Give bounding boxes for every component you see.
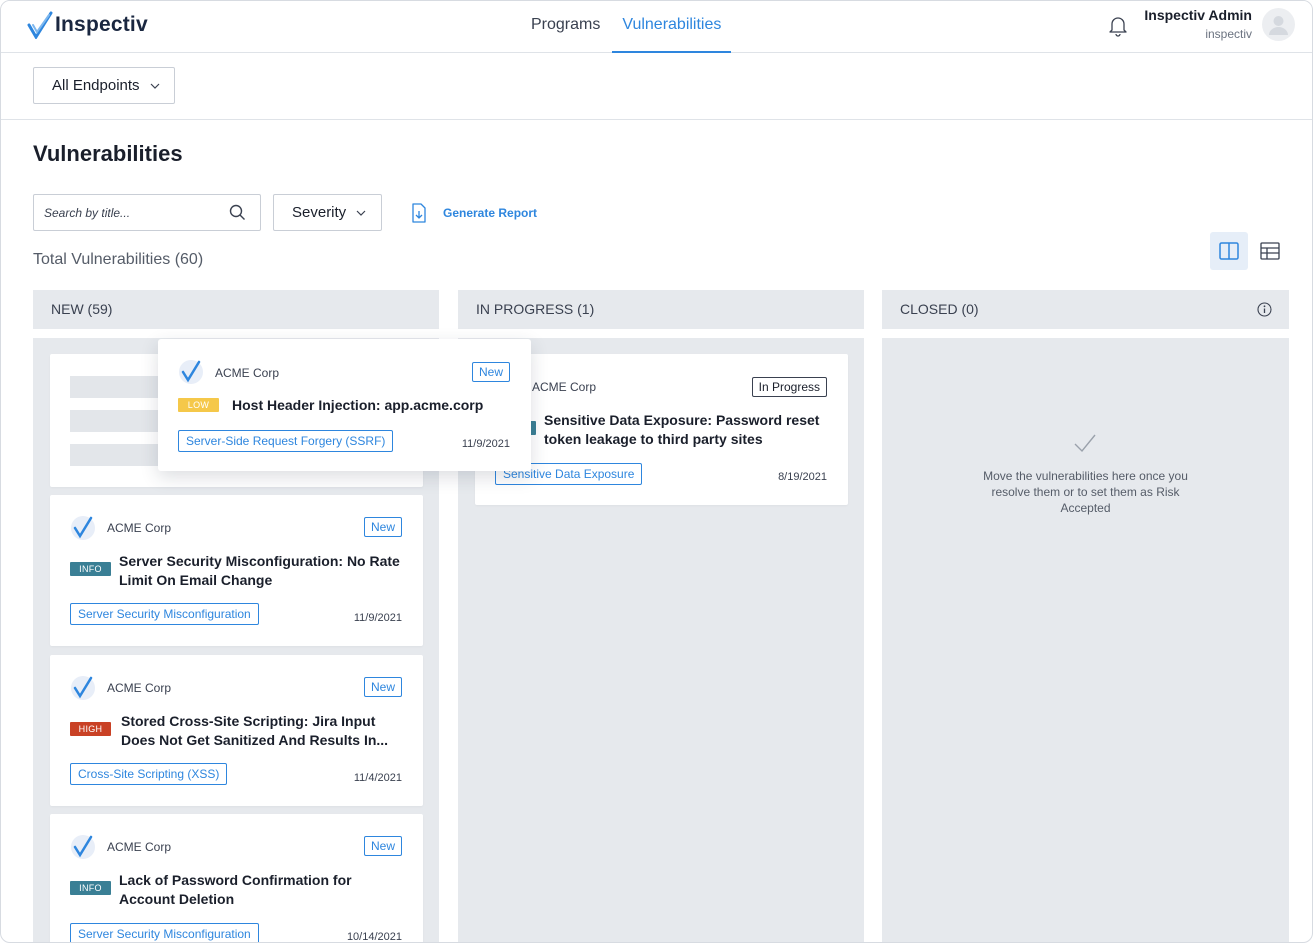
card-title-line: Limit On Email Change [119, 572, 273, 588]
org-logo-icon [71, 835, 95, 859]
card-title: Host Header Injection: app.acme.corp [232, 397, 484, 413]
card-org: ACME Corp [532, 380, 597, 394]
brand-name: Inspectiv [55, 13, 148, 36]
card-org: ACME Corp [107, 681, 172, 695]
avatar[interactable] [1262, 8, 1295, 41]
column-header-new: NEW (59) [33, 290, 439, 329]
check-icon [1074, 434, 1096, 453]
column-closed [882, 338, 1289, 942]
main-nav: Programs Vulnerabilities [521, 1, 733, 53]
table-view-toggle[interactable] [1251, 232, 1289, 270]
category-tag[interactable]: Server Security Misconfiguration [70, 923, 259, 942]
card-org: ACME Corp [107, 521, 172, 535]
nav-programs[interactable]: Programs [521, 1, 610, 53]
card-title-line: Lack of Password Confirmation for [119, 872, 352, 888]
page-title: Vulnerabilities [33, 141, 183, 166]
status-badge: New [363, 836, 402, 856]
status-badge: In Progress [751, 377, 827, 397]
status-badge: New [363, 677, 402, 697]
user-avatar-icon [1269, 16, 1288, 35]
column-header-closed: CLOSED (0) [882, 290, 1289, 329]
nav-vulnerabilities[interactable]: Vulnerabilities [612, 1, 732, 53]
skeleton-line [70, 376, 170, 398]
user-menu[interactable]: Inspectiv Admin inspectiv [1144, 7, 1252, 41]
severity-badge: HIGH [70, 722, 111, 736]
severity-badge: INFO [70, 562, 111, 576]
user-name: Inspectiv Admin [1144, 7, 1252, 23]
generate-report-label: Generate Report [443, 206, 538, 220]
category-tag[interactable]: Server-Side Request Forgery (SSRF) [178, 430, 394, 452]
endpoint-dropdown[interactable]: All Endpoints [33, 67, 175, 104]
card-date: 11/9/2021 [353, 612, 402, 624]
card-date: 11/9/2021 [461, 438, 510, 450]
inspectiv-logo-icon [27, 11, 53, 39]
status-badge: New [471, 362, 510, 382]
total-vulnerabilities: Total Vulnerabilities (60) [33, 251, 204, 268]
severity-dropdown-label: Severity [292, 204, 347, 221]
user-org: inspectiv [1205, 27, 1252, 41]
card-title: Lack of Password Confirmation for Accoun… [119, 871, 352, 909]
skeleton-line [70, 444, 170, 466]
vulnerability-card[interactable]: ACME Corp New INFO Lack of Password Conf… [50, 814, 423, 943]
endpoint-bar: All Endpoints [1, 53, 1312, 120]
card-org: ACME Corp [215, 366, 280, 380]
category-tag[interactable]: Server Security Misconfiguration [70, 603, 259, 625]
table-icon [1260, 242, 1280, 260]
closed-empty-message: Move the vulnerabilities here once you r… [983, 469, 1188, 515]
download-report-icon [412, 203, 426, 223]
card-title-line: Does Not Get Sanitized And Results In... [121, 732, 389, 748]
card-title-line: Sensitive Data Exposure: Password reset [544, 412, 820, 428]
org-logo-icon [71, 516, 95, 540]
bell-icon[interactable] [1106, 13, 1130, 37]
dragging-vulnerability-card[interactable]: ACME Corp New LOW Host Header Injection:… [158, 339, 531, 471]
generate-report-button[interactable]: Generate Report [411, 203, 537, 223]
card-title-line: token leakage to third party sites [544, 431, 763, 447]
search-icon[interactable] [229, 204, 246, 221]
card-date: 8/19/2021 [778, 471, 827, 483]
org-logo-icon [71, 676, 95, 700]
card-date: 11/4/2021 [353, 772, 402, 784]
card-title: Stored Cross-Site Scripting: Jira Input … [121, 712, 388, 750]
chevron-down-icon [356, 210, 366, 216]
board-view-toggle[interactable] [1210, 232, 1248, 270]
info-icon[interactable] [1257, 302, 1272, 317]
card-title: Server Security Misconfiguration: No Rat… [119, 552, 400, 590]
card-title-line: Stored Cross-Site Scripting: Jira Input [121, 713, 376, 729]
status-badge: New [363, 517, 402, 537]
column-header-in-progress: IN PROGRESS (1) [458, 290, 864, 329]
card-title-line: Account Deletion [119, 891, 235, 907]
column-title-new: NEW (59) [51, 301, 113, 317]
org-logo-icon [179, 360, 203, 384]
card-title-line: Server Security Misconfiguration: No Rat… [119, 553, 400, 569]
category-tag[interactable]: Cross-Site Scripting (XSS) [70, 763, 228, 785]
columns-icon [1219, 242, 1239, 260]
endpoint-dropdown-label: All Endpoints [52, 77, 140, 94]
column-title-closed: CLOSED (0) [900, 301, 979, 317]
card-date: 10/14/2021 [346, 931, 402, 943]
card-org: ACME Corp [107, 840, 172, 854]
card-title: Sensitive Data Exposure: Password reset … [544, 411, 819, 449]
brand-logo[interactable]: Inspectiv [27, 11, 148, 39]
vulnerability-card[interactable]: ACME Corp New HIGH Stored Cross-Site Scr… [50, 655, 423, 806]
search-input[interactable] [34, 195, 214, 230]
vulnerability-card[interactable]: ACME Corp New INFO Server Security Misco… [50, 495, 423, 646]
chevron-down-icon [150, 83, 159, 89]
column-title-in-progress: IN PROGRESS (1) [476, 301, 595, 317]
skeleton-line [70, 410, 170, 432]
app-window: Inspectiv Programs Vulnerabilities Inspe… [0, 0, 1313, 943]
severity-dropdown[interactable]: Severity [273, 194, 382, 231]
severity-badge: LOW [178, 398, 219, 412]
top-navigation: Inspectiv Programs Vulnerabilities Inspe… [1, 1, 1312, 53]
severity-badge: INFO [70, 881, 111, 895]
search-box[interactable] [33, 194, 261, 231]
